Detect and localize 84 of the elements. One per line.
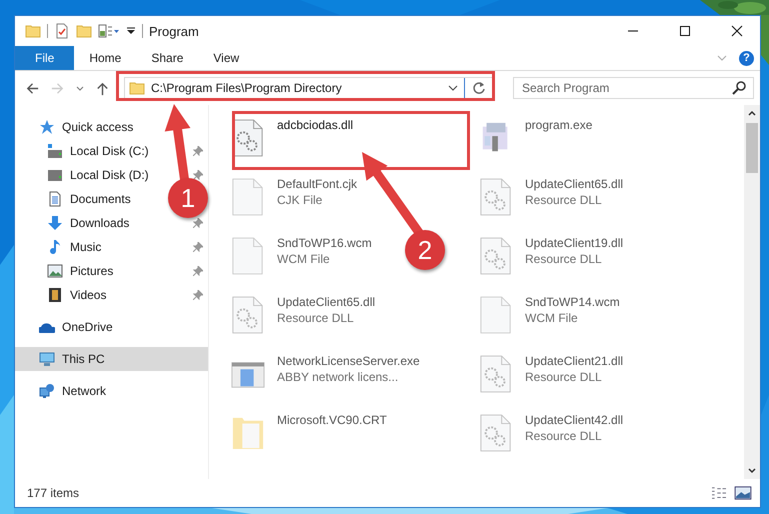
- sidebar-item[interactable]: Local Disk (D:): [15, 163, 153, 187]
- ribbon-tab[interactable]: File: [15, 46, 74, 70]
- picture-icon: [47, 263, 63, 279]
- sidebar-item[interactable]: Local Disk (C:): [15, 139, 153, 163]
- file-type: CJK File: [277, 193, 322, 207]
- pin-icon[interactable]: [193, 290, 203, 300]
- gear-file-icon[interactable]: [479, 236, 513, 276]
- up-icon[interactable]: [95, 80, 110, 96]
- file-name[interactable]: UpdateClient65.dll: [525, 177, 624, 191]
- back-icon[interactable]: [25, 80, 40, 96]
- pin-icon[interactable]: [193, 146, 203, 156]
- sidebar-item[interactable]: Quick access: [15, 115, 140, 139]
- file-type: ABBY network licens...: [277, 370, 398, 384]
- folder-icon: [25, 23, 41, 39]
- file-type: WCM File: [277, 252, 330, 266]
- address-bar[interactable]: C:\Program Files\Program Directory: [124, 77, 494, 99]
- sidebar-item[interactable]: Pictures: [15, 259, 118, 283]
- ribbon-tab[interactable]: Share: [136, 46, 198, 70]
- details-view-icon[interactable]: [710, 486, 728, 500]
- blank-file-icon[interactable]: [231, 177, 265, 217]
- search-icon: [731, 80, 747, 96]
- file-name[interactable]: UpdateClient21.dll: [525, 354, 624, 368]
- file-name[interactable]: DefaultFont.cjk: [277, 177, 358, 191]
- sidebar-item[interactable]: OneDrive: [15, 315, 119, 339]
- file-type: Resource DLL: [525, 252, 602, 266]
- gear-file-icon[interactable]: [231, 295, 265, 335]
- sidebar-item[interactable]: Music: [15, 235, 106, 259]
- blank-file-icon[interactable]: [479, 295, 513, 335]
- gear-file-icon[interactable]: [479, 413, 513, 453]
- file-name[interactable]: UpdateClient65.dll: [277, 295, 376, 309]
- document-icon: [47, 191, 63, 207]
- window-title: Program: [149, 24, 199, 38]
- maximize-icon: [679, 25, 691, 37]
- file-name[interactable]: SndToWP14.wcm: [525, 295, 620, 309]
- file-name[interactable]: SndToWP16.wcm: [277, 236, 372, 250]
- dropdown-icon[interactable]: [448, 83, 458, 93]
- refresh-icon[interactable]: [471, 80, 487, 96]
- star-icon: [39, 119, 55, 135]
- close-icon: [731, 25, 743, 37]
- sidebar-item[interactable]: Documents: [15, 187, 135, 211]
- large-icons-view-icon[interactable]: [734, 486, 752, 500]
- file-name[interactable]: Microsoft.VC90.CRT: [277, 413, 387, 427]
- file-type: Resource DLL: [277, 311, 354, 325]
- gear-file-icon[interactable]: [479, 177, 513, 217]
- file-name[interactable]: UpdateClient19.dll: [525, 236, 624, 250]
- sidebar-item[interactable]: This PC: [15, 347, 208, 371]
- scrollbar-thumb[interactable]: [746, 123, 758, 173]
- music-note-icon: [47, 239, 63, 255]
- help-button[interactable]: ?: [739, 50, 754, 66]
- gear-file-icon[interactable]: [479, 354, 513, 394]
- folder-icon: [129, 80, 145, 96]
- search-field[interactable]: Search Program: [513, 77, 754, 99]
- sidebar-item[interactable]: Network: [15, 379, 112, 403]
- file-type: Resource DLL: [525, 193, 602, 207]
- ribbon-tab[interactable]: Home: [74, 46, 136, 70]
- blank-file-icon[interactable]: [231, 236, 265, 276]
- forward-icon[interactable]: [50, 80, 65, 96]
- file-type: WCM File: [525, 311, 578, 325]
- scrollbar[interactable]: [744, 105, 760, 479]
- drive-icon: [47, 167, 63, 183]
- file-name[interactable]: adcbciodas.dll: [277, 118, 354, 132]
- pin-icon[interactable]: [193, 218, 203, 228]
- file-name[interactable]: program.exe: [525, 118, 592, 132]
- drive-icon: [47, 143, 63, 159]
- pin-icon[interactable]: [193, 170, 203, 180]
- item-count: 177 items: [27, 486, 80, 500]
- pin-icon[interactable]: [193, 242, 203, 252]
- file-name[interactable]: NetworkLicenseServer.exe: [277, 354, 420, 368]
- document-check-icon[interactable]: [54, 23, 70, 39]
- file-type: Resource DLL: [525, 370, 602, 384]
- download-arrow-icon: [47, 215, 63, 231]
- expand-ribbon-icon[interactable]: [717, 53, 727, 63]
- file-type: Resource DLL: [525, 429, 602, 443]
- monitor-icon: [39, 351, 55, 367]
- sidebar-item[interactable]: Downloads: [15, 211, 134, 235]
- customize-caret-icon[interactable]: [126, 26, 136, 36]
- pin-icon[interactable]: [193, 266, 203, 276]
- folder-icon[interactable]: [76, 23, 92, 39]
- view-options-icon[interactable]: [98, 23, 120, 39]
- ribbon-tab[interactable]: View: [198, 46, 254, 70]
- sidebar-item[interactable]: Videos: [15, 283, 110, 307]
- network-icon: [39, 383, 55, 399]
- film-icon: [47, 287, 63, 303]
- file-name[interactable]: UpdateClient42.dll: [525, 413, 624, 427]
